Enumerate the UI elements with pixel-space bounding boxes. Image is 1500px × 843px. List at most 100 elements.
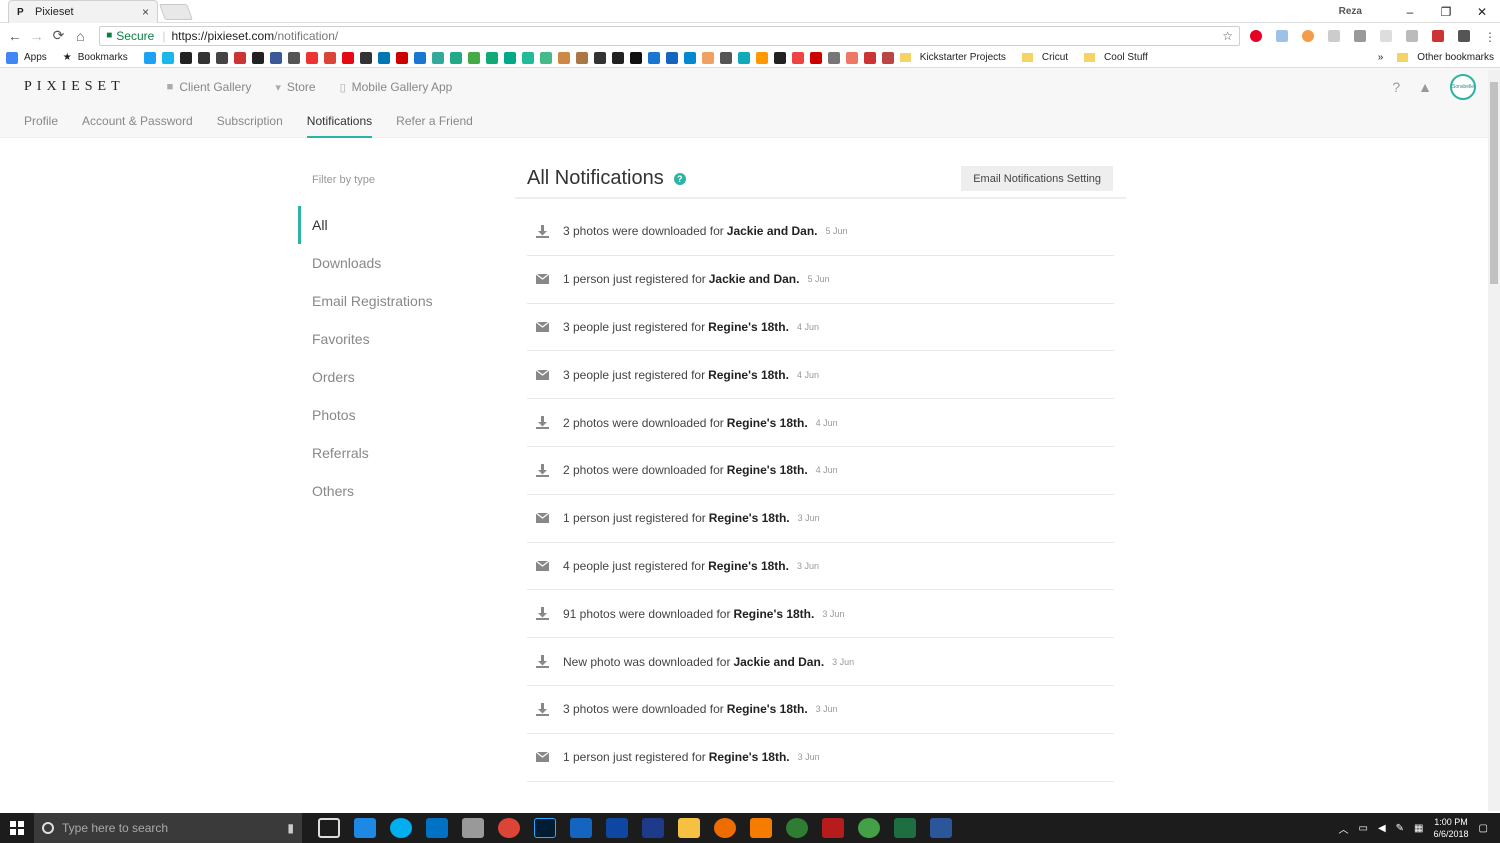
filter-downloads[interactable]: Downloads bbox=[298, 244, 498, 282]
gallery-name[interactable]: Jackie and Dan. bbox=[709, 272, 800, 286]
filter-email-registrations[interactable]: Email Registrations bbox=[298, 282, 498, 320]
bookmark-other[interactable]: Other bookmarks bbox=[1417, 52, 1494, 63]
file-explorer-icon[interactable] bbox=[678, 818, 700, 838]
excel-icon[interactable] bbox=[894, 818, 916, 838]
bookmark-icon[interactable] bbox=[791, 51, 804, 64]
twitter-bookmark-icon[interactable] bbox=[143, 51, 156, 64]
apps-grid-icon[interactable] bbox=[6, 51, 18, 64]
extension-icon[interactable] bbox=[1379, 29, 1392, 42]
url-bar[interactable]: ■ Secure | https://pixieset.com/notifica… bbox=[99, 25, 1240, 46]
avatar[interactable]: Sonsbelle bbox=[1450, 74, 1476, 100]
tab-refer-a-friend[interactable]: Refer a Friend bbox=[396, 106, 473, 138]
bookmark-icon[interactable] bbox=[809, 51, 822, 64]
gallery-name[interactable]: Regine's 18th. bbox=[709, 511, 790, 525]
email-notifications-setting-button[interactable]: Email Notifications Setting bbox=[961, 166, 1113, 191]
facebook-bookmark-icon[interactable] bbox=[269, 51, 282, 64]
extension-icon[interactable] bbox=[1431, 29, 1444, 42]
bookmark-icon[interactable] bbox=[683, 51, 696, 64]
app-icon[interactable] bbox=[570, 818, 592, 838]
bookmark-icon[interactable] bbox=[485, 51, 498, 64]
bookmark-icon[interactable] bbox=[287, 51, 300, 64]
gallery-name[interactable]: Regine's 18th. bbox=[733, 607, 814, 621]
bookmark-kickstarter[interactable]: Kickstarter Projects bbox=[920, 52, 1006, 63]
bookmark-icon[interactable] bbox=[863, 51, 876, 64]
tab-subscription[interactable]: Subscription bbox=[217, 106, 283, 138]
bookmark-star-icon[interactable]: ☆ bbox=[1222, 29, 1233, 43]
notification-row[interactable]: 2 photos were downloaded for Regine's 18t… bbox=[527, 447, 1114, 495]
pixieset-logo[interactable]: PIXIESET bbox=[24, 79, 125, 95]
gallery-name[interactable]: Regine's 18th. bbox=[727, 463, 808, 477]
filter-all[interactable]: All bbox=[298, 206, 498, 244]
taskbar-search[interactable]: Type here to search ▮ bbox=[34, 813, 302, 843]
restore-icon[interactable]: ❐ bbox=[1428, 5, 1464, 19]
gallery-name[interactable]: Jackie and Dan. bbox=[733, 655, 824, 669]
extension-icon[interactable] bbox=[1405, 29, 1418, 42]
bookmark-icon[interactable] bbox=[431, 51, 444, 64]
more-bookmarks-icon[interactable]: » bbox=[1378, 52, 1384, 63]
app-icon[interactable] bbox=[462, 818, 484, 838]
app-icon[interactable] bbox=[786, 818, 808, 838]
bookmark-icon[interactable] bbox=[359, 51, 372, 64]
bookmark-icon[interactable] bbox=[611, 51, 624, 64]
keyboard-icon[interactable]: ▦ bbox=[1414, 823, 1423, 834]
forward-icon[interactable]: → bbox=[26, 28, 48, 44]
app-icon[interactable] bbox=[858, 818, 880, 838]
bookmark-icon[interactable] bbox=[305, 51, 318, 64]
filter-referrals[interactable]: Referrals bbox=[298, 434, 498, 472]
page-scrollbar[interactable] bbox=[1488, 70, 1500, 811]
word-icon[interactable] bbox=[930, 818, 952, 838]
bookmark-apps[interactable]: Apps bbox=[24, 52, 47, 63]
gallery-name[interactable]: Regine's 18th. bbox=[727, 416, 808, 430]
bell-icon[interactable]: ▲ bbox=[1418, 79, 1432, 95]
bookmark-icon[interactable] bbox=[629, 51, 642, 64]
help-icon[interactable]: ? bbox=[673, 172, 686, 185]
edge-icon[interactable] bbox=[354, 818, 376, 838]
tab-account-password[interactable]: Account & Password bbox=[82, 106, 193, 138]
bookmark-icon[interactable] bbox=[719, 51, 732, 64]
netflix-bookmark-icon[interactable] bbox=[341, 51, 354, 64]
browser-tab[interactable]: P Pixieset × bbox=[8, 0, 158, 23]
profile-name[interactable]: Reza bbox=[1339, 6, 1362, 17]
bookmark-icon[interactable] bbox=[557, 51, 570, 64]
bookmark-icon[interactable] bbox=[773, 51, 786, 64]
bookmark-icon[interactable] bbox=[503, 51, 516, 64]
bookmark-icon[interactable] bbox=[737, 51, 750, 64]
bookmark-icon[interactable] bbox=[647, 51, 660, 64]
network-icon[interactable]: ▭ bbox=[1359, 823, 1368, 834]
gallery-name[interactable]: Regine's 18th. bbox=[727, 702, 808, 716]
extension-icon[interactable] bbox=[1275, 29, 1288, 42]
back-icon[interactable]: ← bbox=[4, 28, 26, 44]
taskbar-clock[interactable]: 1:00 PM 6/6/2018 bbox=[1434, 816, 1469, 840]
app-icon[interactable] bbox=[642, 818, 664, 838]
google-bookmark-icon[interactable] bbox=[323, 51, 336, 64]
nav-store[interactable]: ▾ Store bbox=[275, 80, 315, 94]
close-tab-icon[interactable]: × bbox=[142, 5, 149, 19]
nav-client-gallery[interactable]: ■ Client Gallery bbox=[167, 80, 252, 94]
windows-start-icon[interactable] bbox=[0, 821, 34, 835]
vimeo-bookmark-icon[interactable] bbox=[161, 51, 174, 64]
gallery-name[interactable]: Jackie and Dan. bbox=[727, 224, 818, 238]
chrome-icon[interactable] bbox=[498, 818, 520, 838]
scrollbar-thumb[interactable] bbox=[1490, 82, 1498, 284]
linkedin-bookmark-icon[interactable] bbox=[377, 51, 390, 64]
bookmark-icon[interactable] bbox=[197, 51, 210, 64]
bookmark-icon[interactable] bbox=[845, 51, 858, 64]
bookmark-icon[interactable] bbox=[593, 51, 606, 64]
filezilla-icon[interactable] bbox=[822, 818, 844, 838]
notification-row[interactable]: 2 photos were downloaded for Regine's 18t… bbox=[527, 399, 1114, 447]
skype-icon[interactable] bbox=[390, 818, 412, 838]
notification-row[interactable]: 3 photos were downloaded for Jackie and D… bbox=[527, 208, 1114, 256]
app-icon[interactable] bbox=[714, 818, 736, 838]
pinterest-extension-icon[interactable] bbox=[1249, 29, 1262, 42]
gallery-name[interactable]: Regine's 18th. bbox=[708, 320, 789, 334]
bookmark-icon[interactable] bbox=[413, 51, 426, 64]
bookmark-icon[interactable] bbox=[755, 51, 768, 64]
filter-orders[interactable]: Orders bbox=[298, 358, 498, 396]
bookmark-icon[interactable] bbox=[395, 51, 408, 64]
extension-icon[interactable] bbox=[1327, 29, 1340, 42]
filter-photos[interactable]: Photos bbox=[298, 396, 498, 434]
notification-row[interactable]: 91 photos were downloaded for Regine's 18… bbox=[527, 590, 1114, 639]
bookmark-icon[interactable] bbox=[521, 51, 534, 64]
notification-row[interactable]: 3 photos were downloaded for Regine's 18t… bbox=[527, 686, 1114, 734]
bookmark-icon[interactable] bbox=[179, 51, 192, 64]
